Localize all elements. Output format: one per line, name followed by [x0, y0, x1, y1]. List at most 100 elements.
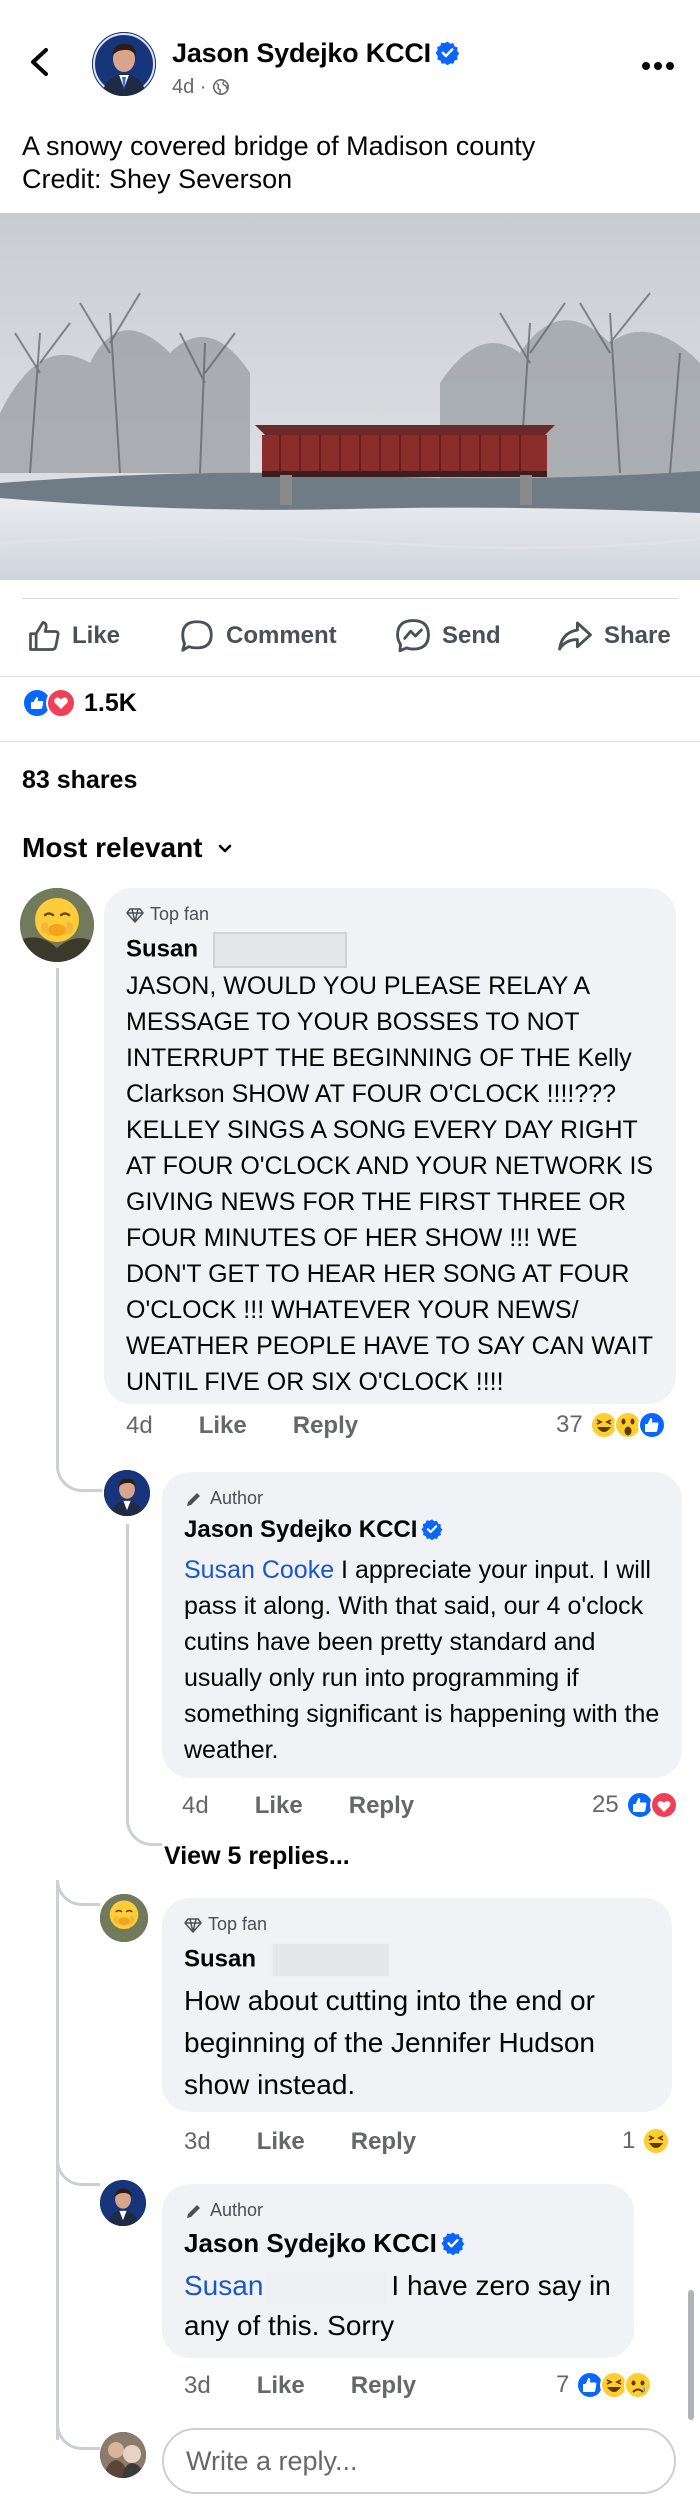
commenter-first-name[interactable]: Susan — [184, 1945, 256, 1972]
commenter-name[interactable]: Susan — [184, 1942, 391, 1978]
thread-connector-curve — [126, 1820, 162, 1846]
commenter-avatar[interactable] — [100, 1894, 148, 1942]
post-photo[interactable] — [0, 213, 700, 580]
sort-label[interactable]: Most relevant — [22, 832, 203, 864]
commenter-first-name[interactable]: Susan — [126, 935, 198, 962]
author-badge: Author — [184, 2200, 263, 2221]
current-user-avatar[interactable] — [100, 2432, 146, 2478]
comment-label[interactable]: Comment — [226, 622, 337, 650]
post-author-name[interactable]: Jason Sydejko KCCI — [172, 38, 460, 69]
reply-footer: 3d Like Reply — [184, 2372, 416, 2400]
sad-reaction-icon — [624, 2371, 653, 2399]
comment-reply-link[interactable]: Reply — [293, 1412, 358, 1440]
reply-text: Susan Cooke I appreciate your input. I w… — [184, 1552, 664, 1768]
post-author-text[interactable]: Jason Sydejko KCCI — [172, 38, 431, 68]
chevron-down-icon — [218, 844, 231, 853]
share-arrow-icon — [558, 621, 592, 651]
reply-input-placeholder[interactable]: Write a reply... — [186, 2446, 358, 2477]
haha-reaction-icon — [642, 2127, 671, 2155]
reply-bubble[interactable]: Top fan Susan How about cutting into the… — [162, 1898, 672, 2112]
verified-badge-icon — [421, 1519, 443, 1540]
reply-reply-link[interactable]: Reply — [351, 2128, 416, 2156]
share-count[interactable]: 83 shares — [22, 766, 137, 795]
reply-reaction-count[interactable]: 1 — [622, 2126, 671, 2156]
reply-text: How about cutting into the end or beginn… — [184, 1985, 595, 2100]
post-caption: A snowy covered bridge of Madison county… — [22, 131, 536, 194]
reply-footer: 4d Like Reply — [182, 1792, 414, 1820]
messenger-icon — [396, 619, 430, 653]
thread-connector-curve — [56, 1880, 100, 1906]
reply-like-link[interactable]: Like — [255, 1792, 303, 1820]
view-replies-link[interactable]: View 5 replies... — [164, 1842, 350, 1871]
mention-link[interactable]: Susan Cooke — [184, 1556, 334, 1584]
comment-button[interactable]: Comment — [178, 614, 337, 658]
reply-text: Susan I have zero say in any of this. Sor… — [184, 2266, 624, 2346]
reply-reaction-count[interactable]: 25 — [592, 1790, 679, 1820]
redacted-name-box — [267, 2271, 388, 2304]
back-arrow-icon[interactable] — [18, 40, 62, 84]
reply-like-link[interactable]: Like — [257, 2372, 305, 2400]
mention-link[interactable]: Susan — [184, 2270, 263, 2301]
reply-reaction-count[interactable]: 7 — [556, 2370, 653, 2400]
author-badge: Author — [184, 1488, 263, 1509]
commenter-avatar[interactable] — [20, 888, 94, 962]
reply-bubble[interactable]: Author Jason Sydejko KCCI Susan I have ze… — [162, 2184, 634, 2358]
thread-connector — [56, 968, 59, 1468]
badge-label: Top fan — [208, 1914, 268, 1934]
verified-badge-icon — [435, 41, 460, 65]
author-reply-avatar[interactable] — [104, 1470, 150, 1516]
reaction-summary[interactable]: 1.5K — [22, 688, 137, 718]
comment-footer: 4d Like Reply — [126, 1412, 358, 1440]
comment-bubble[interactable]: Top fan Susan JASON, WOULD YOU PLEASE RE… — [104, 888, 676, 1404]
reaction-count[interactable]: 1.5K — [84, 689, 137, 718]
reply-reaction-number[interactable]: 7 — [556, 2371, 569, 2399]
send-button[interactable]: Send — [394, 614, 501, 658]
redacted-name-box — [270, 1942, 391, 1978]
reply-author-text[interactable]: Jason Sydejko KCCI — [184, 2228, 437, 2258]
globe-icon — [213, 78, 230, 96]
diamond-icon — [126, 907, 144, 923]
reply-age: 3d — [184, 2128, 211, 2155]
sort-dropdown[interactable]: Most relevant — [22, 832, 237, 864]
like-button[interactable]: Like — [26, 614, 120, 658]
scrollbar[interactable] — [688, 2290, 694, 2420]
reply-reply-link[interactable]: Reply — [351, 2372, 416, 2400]
pen-icon — [187, 1492, 200, 1506]
thread-connector — [126, 1524, 129, 1820]
comment-reaction-count[interactable]: 37 — [556, 1410, 667, 1440]
post-meta: 4d · — [172, 76, 230, 99]
reply-author-name[interactable]: Jason Sydejko KCCI — [184, 2228, 465, 2259]
comment-reaction-number[interactable]: 37 — [556, 1411, 583, 1439]
reply-age: 4d — [182, 1792, 209, 1819]
badge-label: Author — [210, 2200, 264, 2220]
send-label[interactable]: Send — [442, 622, 501, 650]
reply-bubble[interactable]: Author Jason Sydejko KCCI Susan Cooke I … — [162, 1472, 682, 1778]
actions-bottom-divider — [0, 676, 700, 677]
reply-reaction-number[interactable]: 25 — [592, 1791, 619, 1819]
like-label[interactable]: Like — [72, 622, 120, 650]
author-reply-avatar[interactable] — [100, 2180, 146, 2226]
top-fan-badge: Top fan — [126, 904, 209, 925]
commenter-name[interactable]: Susan — [126, 932, 347, 968]
thread-connector-curve — [56, 1440, 102, 1492]
thread-connector-curve — [56, 2160, 100, 2186]
reply-author-name[interactable]: Jason Sydejko KCCI — [184, 1516, 443, 1544]
author-avatar[interactable] — [92, 32, 156, 96]
reply-input[interactable]: Write a reply... — [162, 2428, 676, 2494]
reply-reaction-number[interactable]: 1 — [622, 2127, 635, 2155]
share-button[interactable]: Share — [556, 614, 671, 658]
top-fan-badge: Top fan — [184, 1914, 267, 1935]
comment-like-link[interactable]: Like — [199, 1412, 247, 1440]
reply-reply-link[interactable]: Reply — [349, 1792, 414, 1820]
more-options-icon[interactable] — [636, 56, 680, 76]
badge-label: Top fan — [150, 904, 210, 924]
reply-like-link[interactable]: Like — [257, 2128, 305, 2156]
reply-body: I appreciate your input. I will pass it … — [184, 1556, 660, 1764]
comment-text: JASON, WOULD YOU PLEASE RELAY A MESSAGE … — [126, 972, 654, 1396]
comment-bubble-icon — [181, 620, 213, 652]
stats-divider — [0, 741, 700, 742]
reply-author-text[interactable]: Jason Sydejko KCCI — [184, 1516, 417, 1543]
reply-age: 3d — [184, 2372, 211, 2399]
share-label[interactable]: Share — [604, 622, 671, 650]
pen-icon — [187, 2204, 200, 2218]
